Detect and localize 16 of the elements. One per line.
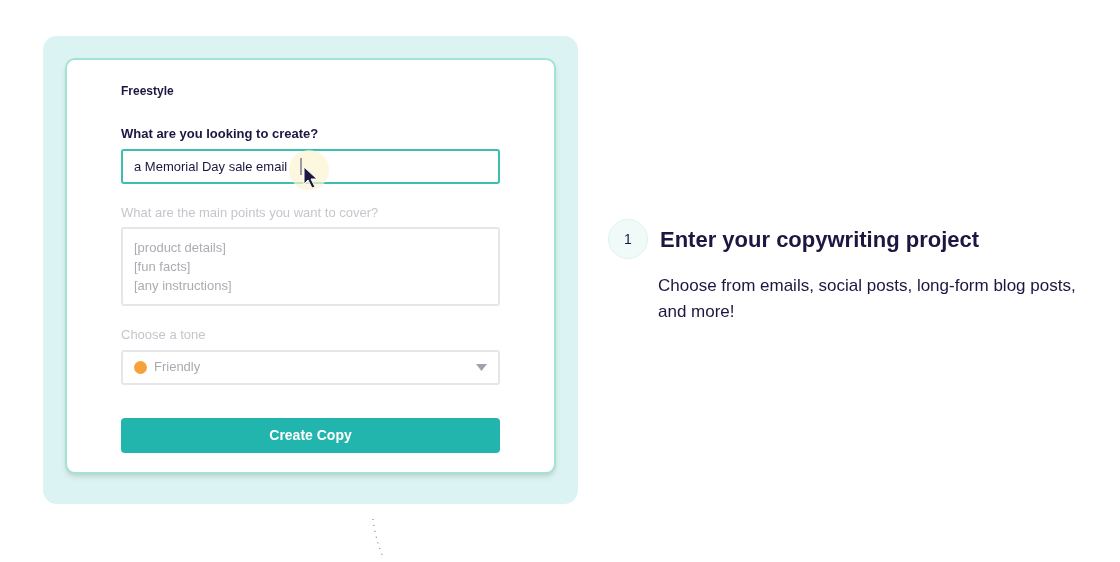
field-label: Choose a tone — [121, 326, 207, 344]
field-label: What are you looking to create? — [121, 125, 320, 143]
text-input-field[interactable]: a Memorial Day sale email — [121, 148, 500, 184]
step-description: Choose from emails, social posts, long-form blog posts, and more! — [658, 275, 1077, 323]
tone-dropdown[interactable]: Friendly — [121, 349, 500, 385]
text-caret — [300, 157, 302, 175]
step-title: Enter your copywriting project — [660, 225, 980, 254]
mouse-pointer-icon — [303, 165, 319, 190]
form-title: Freestyle — [121, 83, 175, 100]
text-area-field[interactable]: [product details] [fun facts] [any instructions] — [121, 227, 500, 306]
dotted-line-drawing — [372, 518, 384, 558]
create-copy-button[interactable]: Create Copy — [121, 417, 500, 453]
caret-icon — [476, 363, 487, 371]
dropdown-value: Friendly — [154, 358, 202, 377]
field-label: What are the main points you want to cover? — [121, 203, 380, 222]
step-number: 1 — [608, 219, 648, 259]
